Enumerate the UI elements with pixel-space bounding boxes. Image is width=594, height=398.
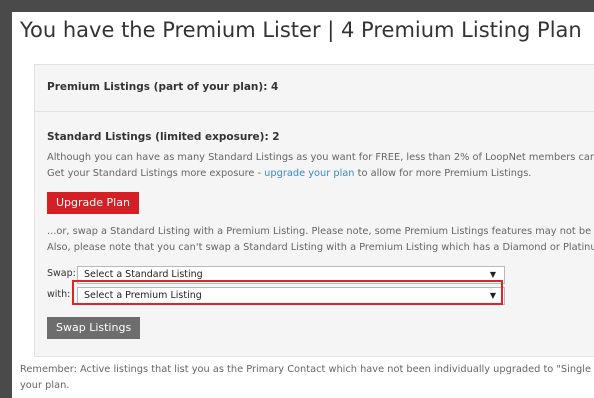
- description-text: Get your Standard Listings more exposure…: [47, 168, 265, 179]
- premium-listings-box: Premium Listings (part of your plan): 4: [34, 64, 594, 112]
- page-title: You have the Premium Lister | 4 Premium …: [20, 18, 582, 42]
- description-text-end: to allow for more Premium Listings.: [354, 168, 532, 179]
- swap-line-2: Also, please note that you can't swap a …: [47, 242, 594, 253]
- upgrade-plan-link[interactable]: upgrade your plan: [264, 168, 354, 179]
- swap-label: Swap:: [47, 268, 76, 279]
- swap-listings-button[interactable]: Swap Listings: [47, 317, 141, 339]
- footer-line-1: Remember: Active listings that list you …: [20, 364, 594, 375]
- standard-listings-description: Although you can have as many Standard L…: [47, 150, 594, 182]
- description-line-2: Get your Standard Listings more exposure…: [47, 166, 594, 182]
- upgrade-plan-button[interactable]: Upgrade Plan: [47, 192, 139, 214]
- swap-description: ...or, swap a Standard Listing with a Pr…: [47, 224, 594, 256]
- swap-line-1: ...or, swap a Standard Listing with a Pr…: [47, 226, 594, 237]
- with-label: with:: [47, 289, 71, 300]
- standard-listings-box: Standard Listings (limited exposure): 2 …: [34, 111, 594, 357]
- description-line-1: Although you can have as many Standard L…: [47, 152, 594, 163]
- footer-line-2: your plan.: [20, 380, 70, 391]
- highlight-frame: [72, 280, 503, 305]
- standard-listings-heading: Standard Listings (limited exposure): 2: [47, 131, 280, 143]
- premium-plan-panel: You have the Premium Lister | 4 Premium …: [12, 12, 594, 398]
- footer-note: Remember: Active listings that list you …: [20, 362, 594, 394]
- premium-listings-heading: Premium Listings (part of your plan): 4: [47, 81, 279, 93]
